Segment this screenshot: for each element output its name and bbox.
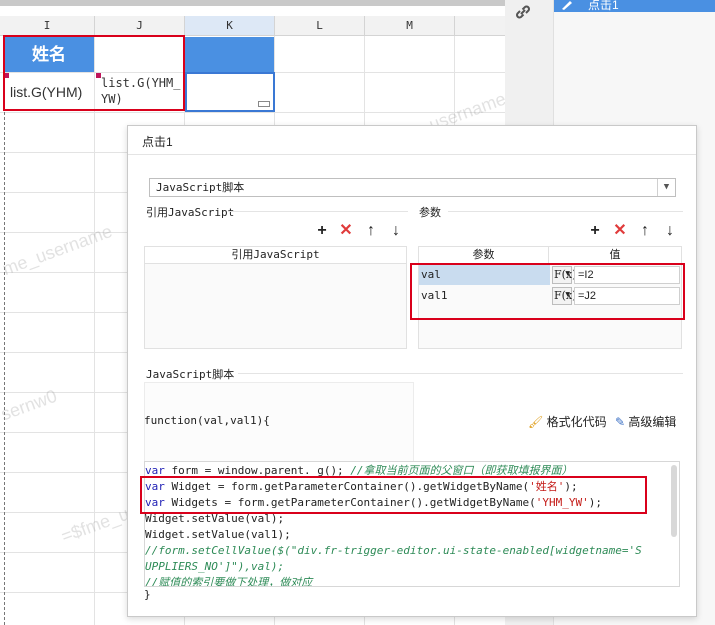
column-header-k[interactable]: K	[185, 16, 275, 36]
format-code-label: 格式化代码	[546, 415, 607, 429]
script-type-select[interactable]: JavaScript脚本 ▼	[149, 178, 676, 197]
delete-icon[interactable]: ✕	[338, 223, 354, 239]
code-line: //赋值的索引要做下处理，做对应	[145, 576, 313, 587]
column-header-i[interactable]: I	[0, 16, 95, 36]
arrow-up-icon[interactable]: ↑	[363, 223, 379, 239]
watermark: =$fme_u	[58, 503, 132, 547]
add-param-icon[interactable]: +	[587, 223, 603, 239]
param-down-icon[interactable]: ↓	[662, 223, 678, 239]
divider	[238, 373, 683, 374]
cell-widget-icon	[258, 101, 270, 107]
ref-js-column-header: 引用JavaScript	[144, 246, 407, 264]
params-section-label: 参数	[419, 207, 441, 219]
event-item-label: 点击1	[588, 0, 619, 12]
function-signature: function(val,val1){	[144, 414, 270, 427]
event-item-click1[interactable]: 点击1	[554, 0, 715, 12]
divider	[228, 211, 408, 212]
column-header-blank	[455, 16, 505, 36]
add-icon[interactable]: +	[314, 223, 330, 239]
grid-line	[0, 112, 505, 113]
highlight-box-params	[410, 263, 685, 320]
event-editor-dialog: 点击1 JavaScript脚本 ▼ 引用JavaScript + ✕ ↑ ↓ …	[127, 125, 697, 617]
code-line: UPPLIERS_NO']"),val);	[145, 560, 285, 573]
params-header-value: 值	[548, 246, 682, 264]
cell-k1[interactable]	[185, 37, 274, 72]
edit-icon: ✎	[615, 415, 626, 429]
link-icon[interactable]	[513, 2, 533, 22]
format-code-button[interactable]: 🖌 格式化代码	[528, 413, 607, 430]
params-header-name: 参数	[418, 246, 549, 264]
script-section-label: JavaScript脚本	[146, 368, 235, 381]
advanced-edit-label: 高级编辑	[628, 415, 677, 429]
code-scrollbar[interactable]	[671, 465, 677, 537]
brush-icon: 🖌	[528, 415, 544, 429]
column-header-l[interactable]: L	[275, 16, 365, 36]
horizontal-scrollbar[interactable]	[0, 0, 505, 6]
highlight-box-cells	[3, 35, 185, 111]
divider	[448, 211, 683, 212]
chevron-down-icon[interactable]: ▼	[657, 179, 675, 196]
function-closing-brace: }	[144, 588, 151, 601]
delete-param-icon[interactable]: ✕	[612, 223, 628, 239]
column-header-j[interactable]: J	[95, 16, 185, 36]
dialog-title: 点击1	[142, 135, 173, 149]
highlight-box-code	[140, 476, 647, 514]
code-line: //form.setCellValue($("div.fr-trigger-ed…	[145, 544, 642, 557]
code-line: Widget.setValue(val1);	[145, 528, 291, 541]
cell-k2-selected[interactable]	[185, 72, 275, 112]
column-header-m[interactable]: M	[365, 16, 455, 36]
arrow-down-icon[interactable]: ↓	[388, 223, 404, 239]
ref-js-section-label: 引用JavaScript	[146, 206, 235, 219]
advanced-edit-button[interactable]: ✎ 高级编辑	[615, 413, 676, 430]
param-up-icon[interactable]: ↑	[637, 223, 653, 239]
edit-pen-icon	[562, 1, 572, 10]
page-break-line	[4, 112, 5, 625]
divider	[128, 154, 696, 155]
script-type-value: JavaScript脚本	[156, 181, 245, 194]
